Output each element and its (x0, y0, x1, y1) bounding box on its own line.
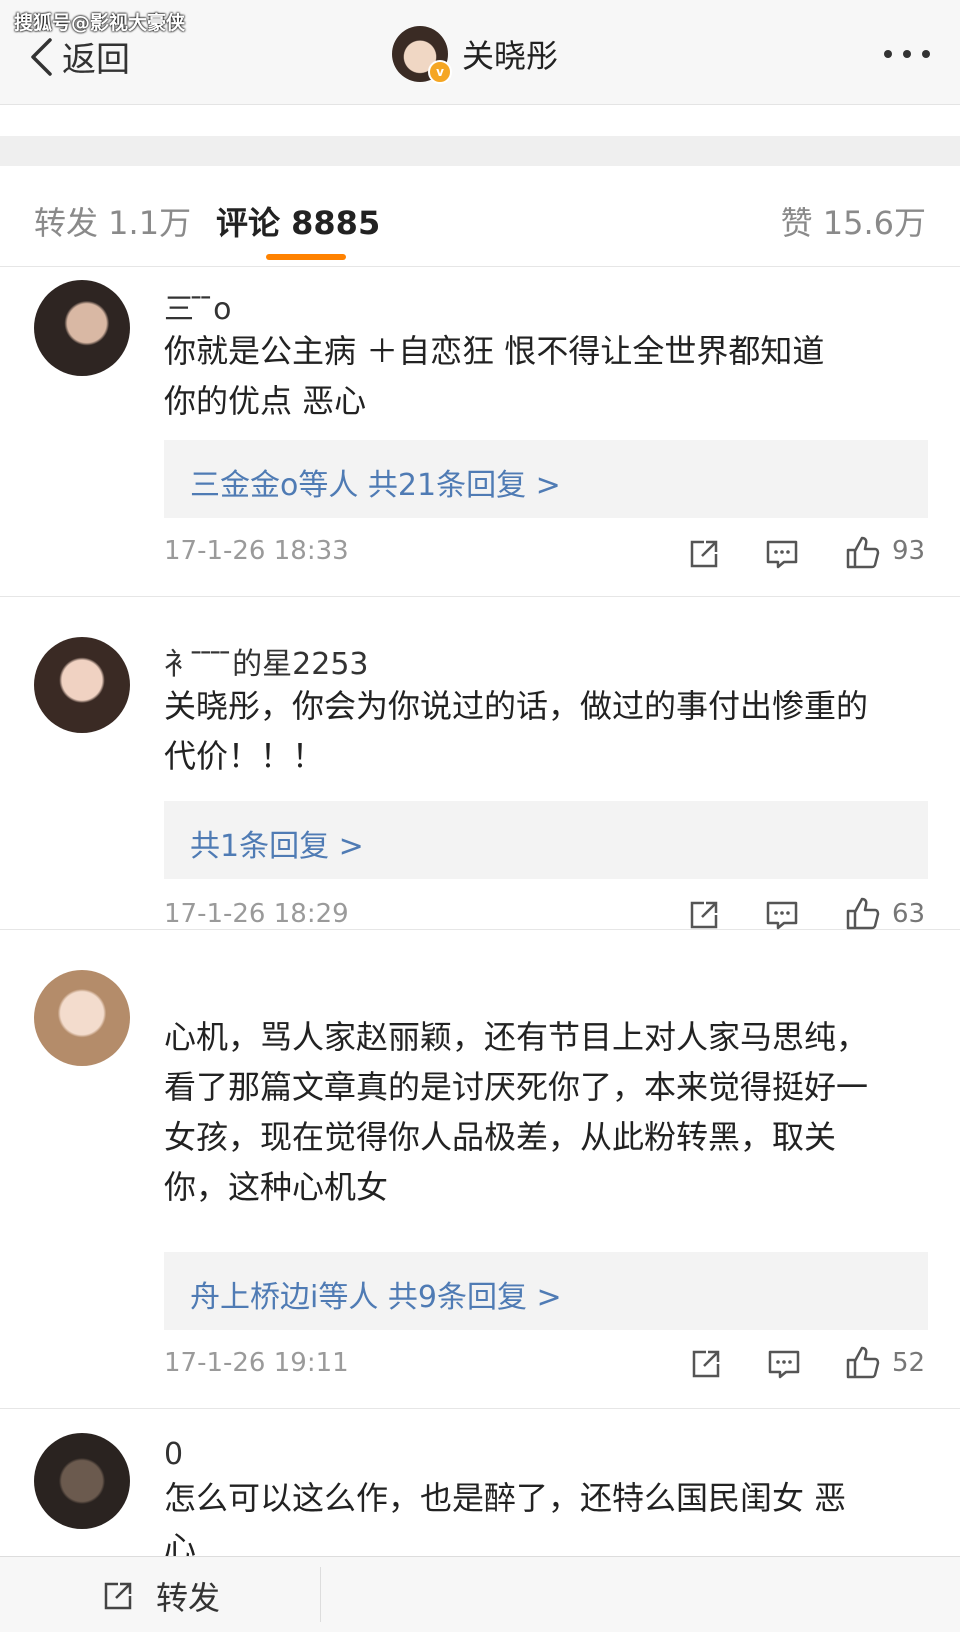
avatar[interactable]: v (392, 26, 452, 84)
repost-label: 转发 (156, 1579, 221, 1617)
divider (320, 1567, 321, 1622)
thumbs-up-icon[interactable] (842, 893, 882, 933)
repost-icon[interactable] (684, 534, 724, 574)
back-label: 返回 (62, 40, 130, 80)
reply-summary-box[interactable]: 共1条回复 > (164, 801, 928, 879)
avatar[interactable] (34, 637, 130, 733)
chevron-left-icon (31, 37, 52, 76)
watermark: 搜狐号@影视大豪侠 (14, 12, 186, 34)
comment-line: 你的优点 恶心 (164, 382, 367, 420)
reply-summary-link[interactable]: 三金金o等人 共21条回复 > (190, 460, 561, 504)
tab-bar: 转发 1.1万 评论 8885 赞 15.6万 (0, 166, 960, 267)
comment-username[interactable]: 三 ̄ ̄o (164, 284, 231, 328)
comment-line: 心机，骂人家赵丽颖，还有节目上对人家马思纯， (164, 1018, 869, 1056)
repost-icon (104, 1582, 132, 1610)
more-dots-icon[interactable] (884, 50, 930, 58)
comment-icon[interactable] (762, 895, 802, 935)
bottom-action-bar: 转发 (0, 1556, 960, 1632)
comment-line: 看了那篇文章真的是讨厌死你了，本来觉得挺好一 (164, 1068, 869, 1106)
back-button[interactable]: 返回 (28, 32, 130, 81)
comment-time: 17-1-26 19:11 (164, 1348, 349, 1378)
comment-username[interactable]: 衤 ̄ ̄ ̄ ̄的星2253 (164, 639, 369, 683)
repost-button[interactable]: 转发 (98, 1573, 220, 1619)
repost-icon[interactable] (686, 1344, 726, 1384)
reply-summary-link[interactable]: 舟上桥边i等人 共9条回复 > (190, 1272, 562, 1316)
avatar[interactable] (34, 280, 130, 376)
thumbs-up-icon[interactable] (842, 532, 882, 572)
active-tab-indicator (266, 254, 346, 260)
comment-line: 女孩，现在觉得你人品极差，从此粉转黑，取关 (164, 1118, 837, 1156)
tab-comment[interactable]: 评论 8885 (216, 198, 380, 244)
comment-line: 怎么可以这么作，也是醉了，还特么国民闺女 恶 (164, 1479, 847, 1517)
comment-item: 三 ̄ ̄o 你就是公主病 ＋自恋狂 恨不得让全世界都知道 你的优点 恶心 三金… (0, 266, 960, 597)
comment-icon[interactable] (762, 534, 802, 574)
like-count: 52 (892, 1348, 926, 1378)
comment-item: 衤 ̄ ̄ ̄ ̄的星2253 关晓彤，你会为你说过的话，做过的事付出惨重的 代… (0, 597, 960, 930)
reply-summary-box[interactable]: 三金金o等人 共21条回复 > (164, 440, 928, 518)
reply-summary-link[interactable]: 共1条回复 > (190, 821, 364, 865)
thumbs-up-icon[interactable] (842, 1342, 882, 1382)
reply-summary-box[interactable]: 舟上桥边i等人 共9条回复 > (164, 1252, 928, 1330)
divider-band (0, 136, 960, 166)
comment-time: 17-1-26 18:29 (164, 899, 349, 929)
comment-item: 0 怎么可以这么作，也是醉了，还特么国民闺女 恶 心 (0, 1409, 960, 1567)
comment-text: 你就是公主病 ＋自恋狂 恨不得让全世界都知道 你的优点 恶心 (164, 326, 939, 426)
tab-like[interactable]: 赞 15.6万 (781, 198, 926, 244)
comment-line: 你，这种心机女 (164, 1168, 389, 1206)
verified-badge-icon: v (428, 60, 452, 84)
comment-text: 心机，骂人家赵丽颖，还有节目上对人家马思纯， 看了那篇文章真的是讨厌死你了，本来… (164, 1012, 939, 1212)
avatar[interactable] (34, 970, 130, 1066)
comment-line: 你就是公主病 ＋自恋狂 恨不得让全世界都知道 (164, 332, 825, 370)
profile-header[interactable]: v 关晓彤 (392, 26, 559, 84)
page-title: 关晓彤 (462, 37, 559, 75)
repost-icon[interactable] (684, 895, 724, 935)
comment-item: 心机，骂人家赵丽颖，还有节目上对人家马思纯， 看了那篇文章真的是讨厌死你了，本来… (0, 930, 960, 1409)
comment-line: 关晓彤，你会为你说过的话，做过的事付出惨重的 (164, 687, 869, 725)
like-count: 93 (892, 536, 926, 566)
avatar[interactable] (34, 1433, 130, 1529)
comment-time: 17-1-26 18:33 (164, 536, 349, 566)
comment-icon[interactable] (764, 1344, 804, 1384)
tab-repost[interactable]: 转发 1.1万 (34, 198, 191, 244)
comment-username[interactable]: 0 (164, 1437, 183, 1472)
like-count: 63 (892, 899, 926, 929)
comment-line: 代价！！！ (164, 737, 325, 775)
comment-text: 关晓彤，你会为你说过的话，做过的事付出惨重的 代价！！！ (164, 681, 939, 781)
